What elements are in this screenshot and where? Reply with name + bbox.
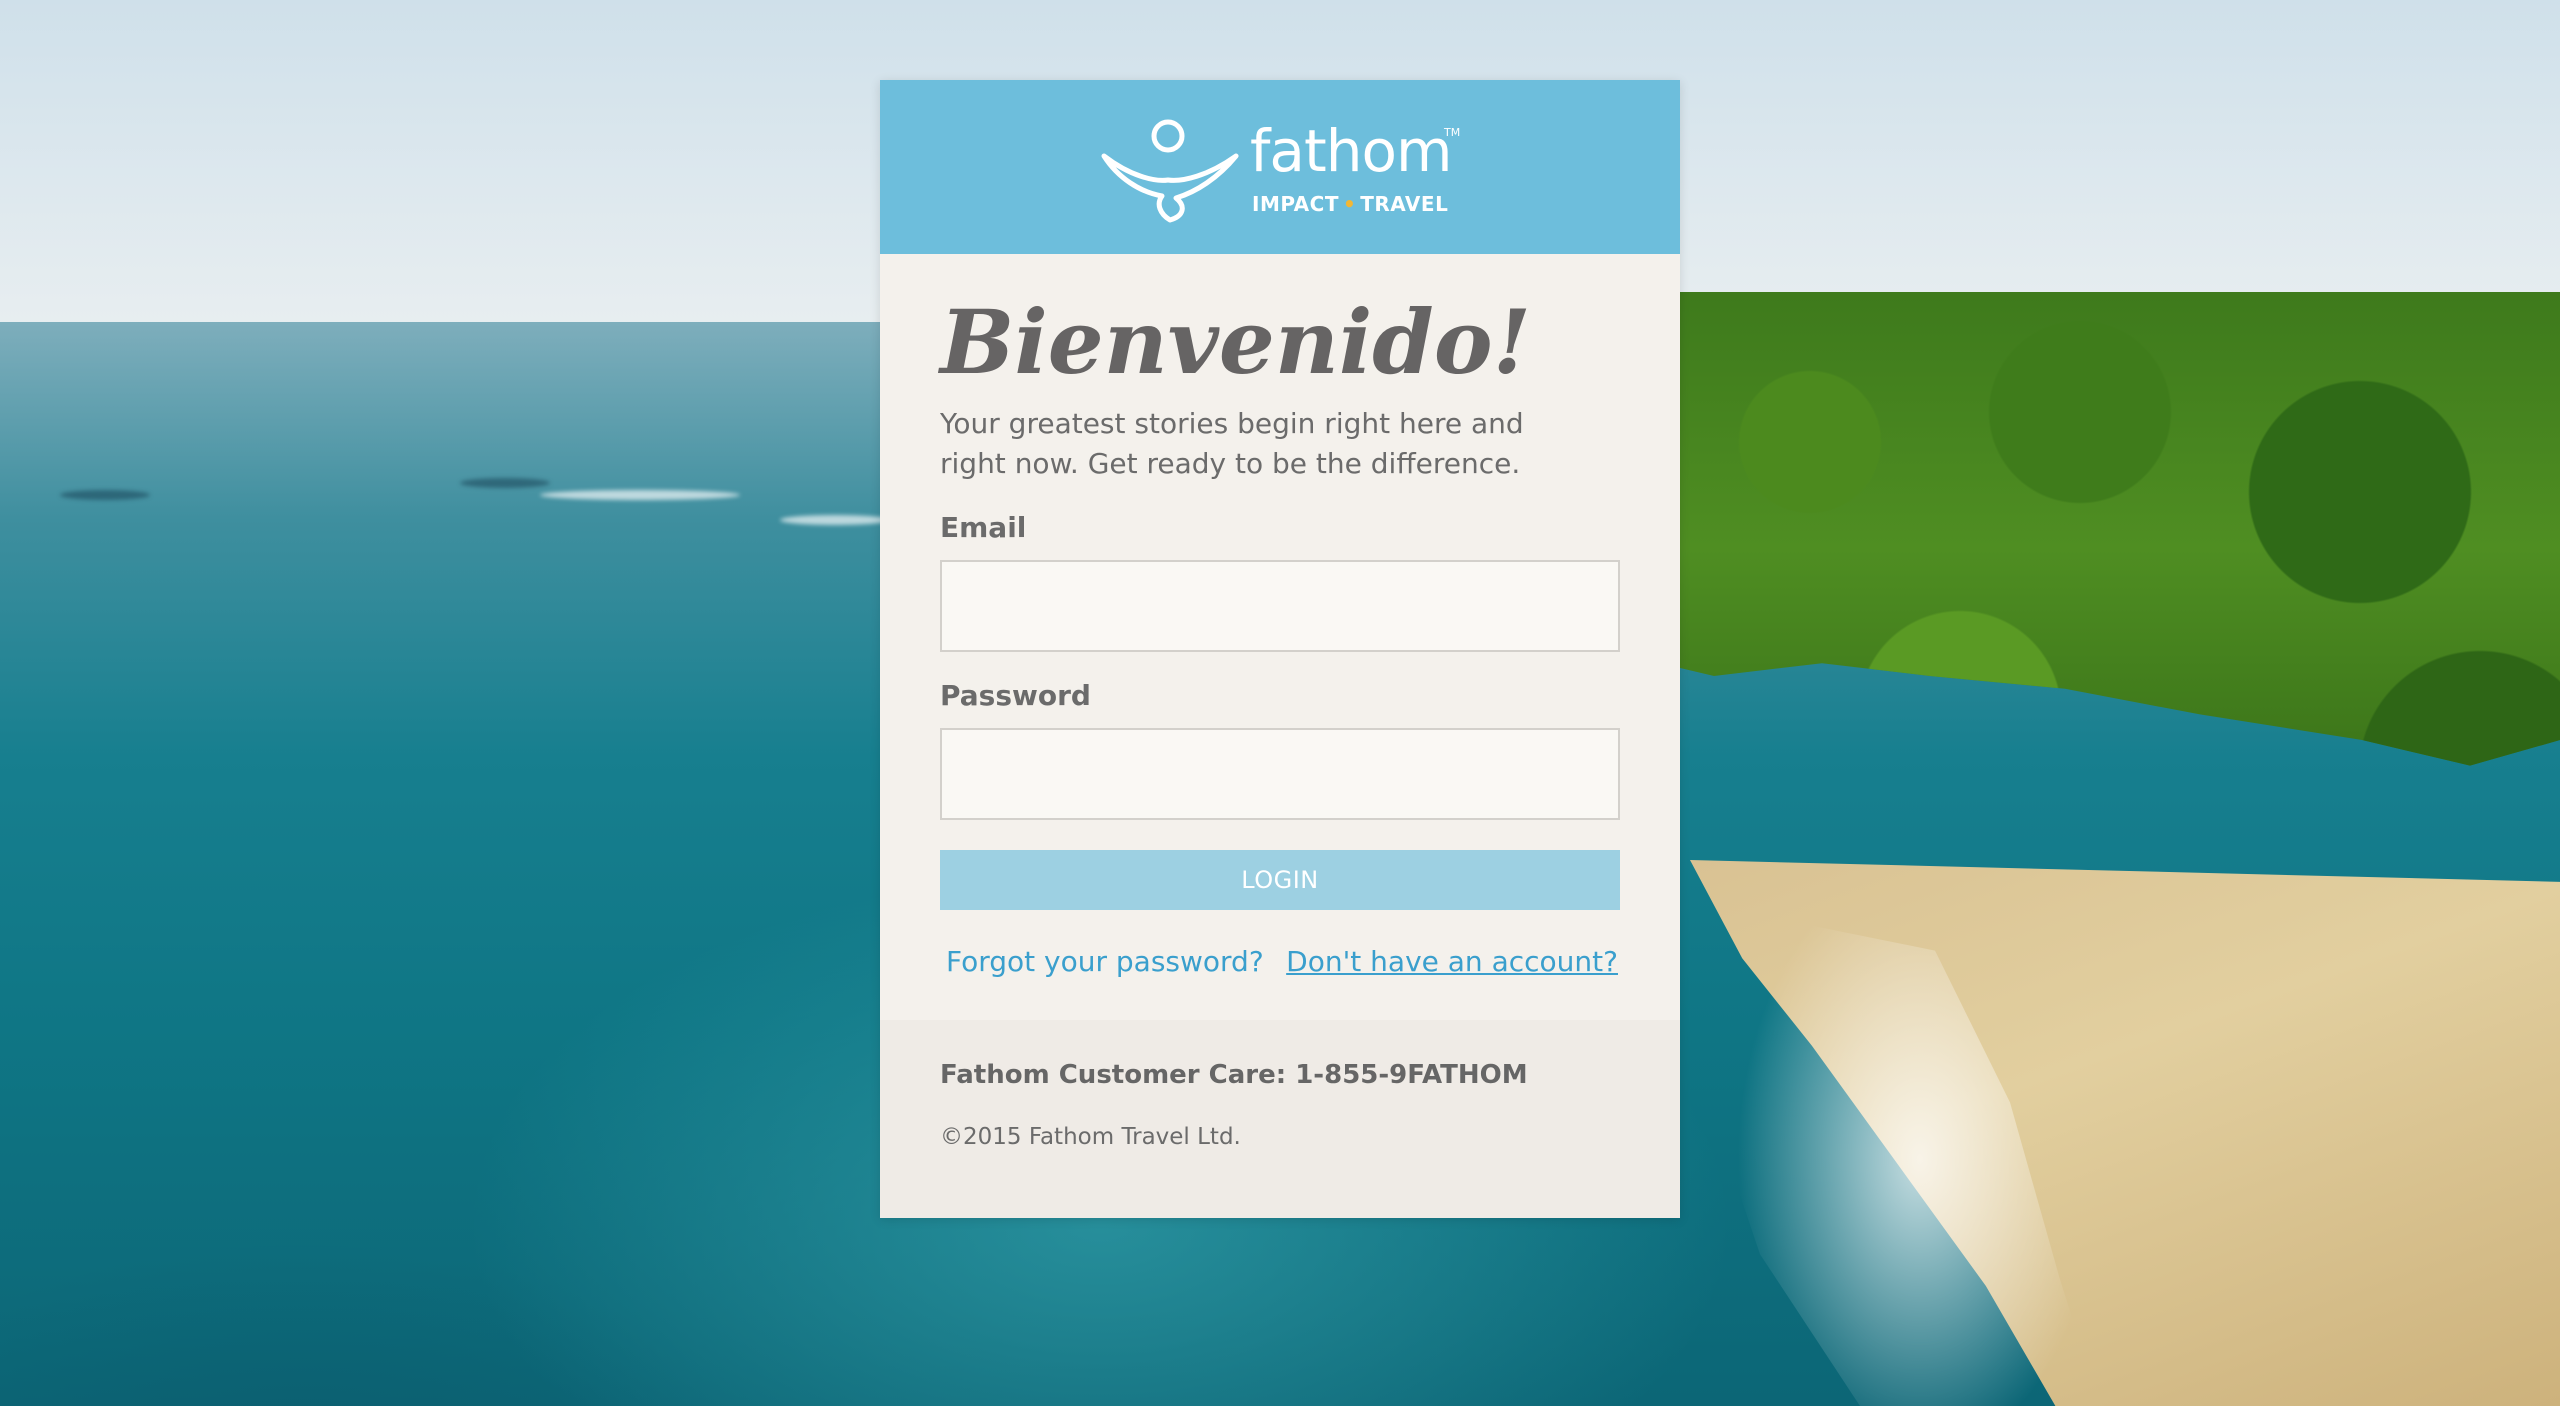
wave bbox=[60, 490, 150, 500]
password-field[interactable] bbox=[940, 728, 1620, 820]
card-footer: Fathom Customer Care: 1-855-9FATHOM ©201… bbox=[880, 1020, 1680, 1218]
welcome-heading: Bienvenido! bbox=[940, 290, 1532, 394]
fathom-logo[interactable]: fathom TM IMPACT • TRAVEL bbox=[1100, 114, 1460, 224]
tagline-travel: TRAVEL bbox=[1360, 192, 1449, 216]
wave bbox=[460, 478, 550, 488]
wave bbox=[780, 515, 890, 525]
customer-care-text: Fathom Customer Care: 1-855-9FATHOM bbox=[940, 1060, 1528, 1090]
trademark: TM bbox=[1444, 126, 1461, 139]
fathom-figure-icon bbox=[1101, 119, 1239, 223]
email-label: Email bbox=[940, 511, 1027, 544]
tagline-dot: • bbox=[1342, 192, 1357, 216]
auth-links: Forgot your password? Don't have an acco… bbox=[940, 942, 1620, 982]
brand-name: fathom bbox=[1250, 117, 1452, 185]
intro-text: Your greatest stories begin right here a… bbox=[940, 407, 1524, 480]
password-label: Password bbox=[940, 679, 1091, 712]
brand-tagline: IMPACT • TRAVEL bbox=[1252, 192, 1448, 216]
tagline-impact: IMPACT bbox=[1252, 192, 1339, 216]
copyright-text: ©2015 Fathom Travel Ltd. bbox=[940, 1124, 1241, 1150]
card-header: fathom TM IMPACT • TRAVEL bbox=[880, 80, 1680, 254]
wave bbox=[540, 490, 740, 500]
forgot-password-link[interactable]: Forgot your password? bbox=[946, 942, 1264, 982]
login-form: Bienvenido! Your greatest stories begin … bbox=[880, 254, 1680, 982]
login-card: fathom TM IMPACT • TRAVEL Bienvenido! Your… bbox=[880, 80, 1680, 1218]
login-button[interactable]: LOGIN bbox=[940, 850, 1620, 910]
signup-link[interactable]: Don't have an account? bbox=[1286, 942, 1618, 982]
email-field[interactable] bbox=[940, 560, 1620, 652]
